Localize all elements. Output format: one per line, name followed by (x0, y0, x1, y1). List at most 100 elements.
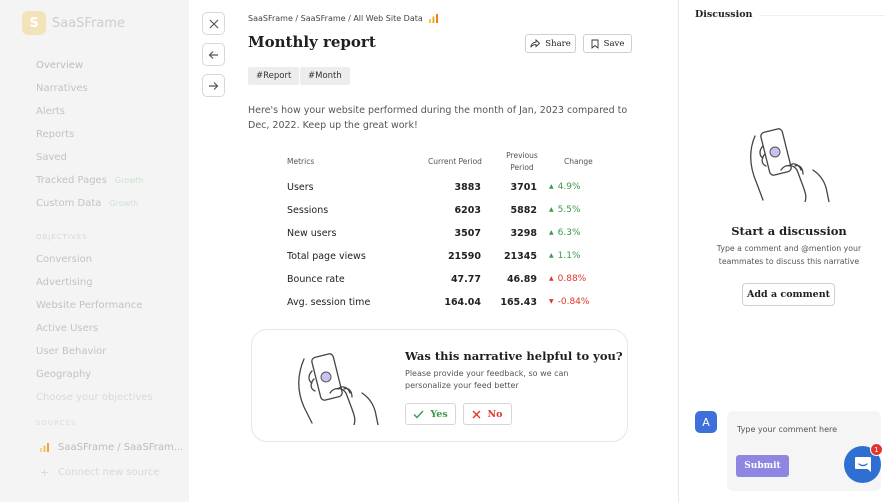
sidebar-item-reports[interactable]: Reports (0, 125, 189, 148)
table-row: Sessions 6203 5882 ▲ 5.5% (287, 205, 595, 228)
arrow-up-icon: ▲ (549, 252, 554, 259)
app-logo[interactable]: S SaaSFrame (22, 11, 125, 35)
save-label: Save (603, 38, 625, 49)
connect-source-link[interactable]: + Connect new source (0, 462, 189, 487)
bookmark-icon (591, 39, 599, 49)
metric-current: 47.77 (450, 274, 481, 285)
feedback-title: Was this narrative helpful to you? (405, 349, 623, 363)
arrow-up-icon: ▲ (549, 183, 554, 190)
sidebar-item-advertising[interactable]: Advertising (0, 273, 189, 296)
close-icon (209, 19, 218, 28)
sidebar-item-user-behavior[interactable]: User Behavior (0, 342, 189, 365)
change-value: 0.88% (557, 274, 587, 284)
column-header-current: Current Period (428, 157, 482, 166)
next-button[interactable] (202, 74, 225, 97)
comment-input[interactable] (727, 411, 881, 447)
previous-button[interactable] (202, 43, 225, 66)
tag-report[interactable]: #Report (248, 67, 300, 85)
metric-name: Avg. session time (287, 297, 371, 308)
page-title: Monthly report (248, 33, 376, 51)
metric-change: ▲ 0.88% (549, 274, 586, 284)
metric-change: ▲ 4.9% (549, 182, 581, 192)
metric-change: ▲ 1.1% (549, 251, 581, 261)
sidebar-item-label: Narratives (36, 83, 88, 94)
sidebar-item-label: Tracked Pages (36, 175, 107, 186)
metric-name: Total page views (287, 251, 366, 262)
sidebar-item-label: Choose your objectives (36, 392, 153, 403)
avatar: A (695, 411, 717, 433)
arrow-up-icon: ▲ (549, 229, 554, 236)
sidebar-item-saved[interactable]: Saved (0, 148, 189, 171)
metric-change: ▲ 5.5% (549, 205, 581, 215)
sidebar-item-label: Conversion (36, 254, 93, 265)
sidebar-item-geography[interactable]: Geography (0, 365, 189, 388)
sidebar-item-narratives[interactable]: Narratives (0, 79, 189, 102)
discussion-panel: Discussion Start a discussion Type a com… (678, 0, 885, 502)
save-button[interactable]: Save (583, 34, 632, 53)
breadcrumb-text[interactable]: SaaSFrame / SaaSFrame / All Web Site Dat… (248, 14, 423, 23)
sidebar-item-overview[interactable]: Overview (0, 56, 189, 79)
check-icon (413, 410, 424, 419)
change-value: 6.3% (557, 228, 581, 238)
metric-previous: 165.43 (500, 297, 537, 308)
sidebar-item-label: Saved (36, 152, 67, 163)
metric-name: Users (287, 182, 314, 193)
change-value: 5.5% (557, 205, 581, 215)
submit-button[interactable]: Submit (736, 455, 789, 477)
sidebar-item-website-performance[interactable]: Website Performance (0, 296, 189, 319)
sidebar-nav: Overview Narratives Alerts Reports Saved… (0, 56, 189, 487)
metric-name: New users (287, 228, 337, 239)
logo-icon: S (22, 11, 46, 35)
column-header-change: Change (564, 157, 593, 166)
sidebar-item-label: Active Users (36, 323, 99, 334)
metric-current: 21590 (447, 251, 481, 262)
sidebar-item-custom-data[interactable]: Custom Data Growth (0, 194, 189, 217)
sidebar-item-tracked-pages[interactable]: Tracked Pages Growth (0, 171, 189, 194)
feedback-yes-button[interactable]: Yes (405, 403, 456, 425)
table-row: Bounce rate 47.77 46.89 ▲ 0.88% (287, 274, 595, 297)
sidebar-item-alerts[interactable]: Alerts (0, 102, 189, 125)
share-icon (530, 39, 541, 48)
feedback-card: Was this narrative helpful to you? Pleas… (251, 329, 628, 442)
metric-previous: 21345 (503, 251, 537, 262)
table-row: Avg. session time 164.04 165.43 ▼ -0.84% (287, 297, 595, 320)
metric-previous: 3298 (510, 228, 537, 239)
arrow-right-icon (209, 81, 219, 90)
sidebar-source-item[interactable]: SaaSFrame / SaaSFram... (0, 437, 189, 462)
change-value: 4.9% (557, 182, 581, 192)
logo-text: SaaSFrame (52, 15, 125, 31)
sidebar-item-label: Geography (36, 369, 92, 380)
add-comment-button[interactable]: Add a comment (742, 283, 835, 306)
discussion-description: Type a comment and @mention your teammat… (716, 244, 862, 266)
growth-badge: Growth (109, 199, 139, 208)
phone-hands-illustration (298, 353, 379, 425)
table-row: Users 3883 3701 ▲ 4.9% (287, 182, 595, 205)
arrow-left-icon (208, 50, 218, 59)
source-label: SaaSFrame / SaaSFram... (58, 442, 184, 453)
sidebar-item-label: Reports (36, 129, 75, 140)
sidebar-item-label: Advertising (36, 277, 93, 288)
arrow-up-icon: ▲ (549, 206, 554, 213)
chat-icon (854, 457, 871, 472)
metric-change: ▲ 6.3% (549, 228, 581, 238)
close-button[interactable] (202, 12, 225, 35)
feedback-no-button[interactable]: No (463, 403, 512, 425)
choose-objectives-link[interactable]: Choose your objectives (0, 388, 189, 411)
sidebar-item-active-users[interactable]: Active Users (0, 319, 189, 342)
phone-hands-illustration (750, 128, 830, 202)
sidebar-item-conversion[interactable]: Conversion (0, 250, 189, 273)
share-label: Share (545, 38, 571, 49)
discussion-heading: Start a discussion (731, 224, 847, 238)
report-panel: SaaSFrame / SaaSFrame / All Web Site Dat… (189, 0, 678, 502)
metric-previous: 46.89 (506, 274, 537, 285)
x-icon (472, 410, 481, 418)
column-header-metrics: Metrics (287, 157, 315, 166)
change-value: 1.1% (557, 251, 581, 261)
breadcrumb: SaaSFrame / SaaSFrame / All Web Site Dat… (248, 14, 438, 23)
change-value: -0.84% (557, 297, 590, 307)
tag-month[interactable]: #Month (300, 67, 350, 85)
metric-name: Sessions (287, 205, 329, 216)
share-button[interactable]: Share (525, 34, 576, 53)
sidebar-item-label: Website Performance (36, 300, 143, 311)
metric-name: Bounce rate (287, 274, 345, 285)
